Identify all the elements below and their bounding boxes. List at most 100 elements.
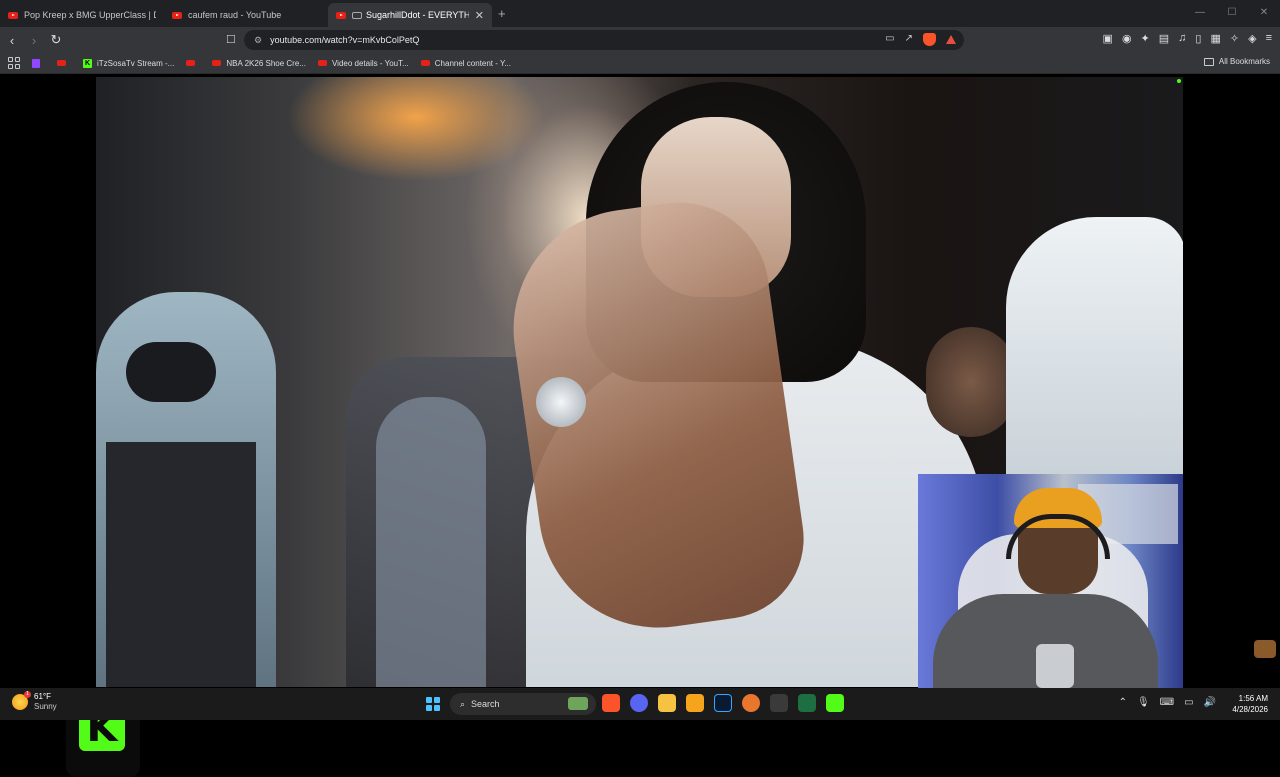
youtube-icon (317, 60, 327, 66)
weather-temp: 61°F (34, 692, 51, 701)
menu-icon[interactable]: ≡ (1266, 32, 1272, 45)
cast-icon[interactable]: ▭ (885, 33, 894, 46)
media-icon (352, 11, 362, 19)
vpn-icon[interactable]: ◈ (1248, 32, 1256, 45)
bookmark-label: Video details - YouT... (331, 58, 409, 68)
system-clock[interactable]: 1:56 AM 4/28/2026 (1232, 693, 1268, 715)
excel-icon[interactable] (798, 694, 816, 712)
back-button[interactable]: ‹ (2, 33, 22, 48)
leo-ai-icon[interactable]: ✧ (1230, 32, 1239, 45)
brave-browser-icon[interactable] (602, 694, 620, 712)
weather-desc: Sunny (34, 702, 57, 711)
youtube-icon (172, 11, 182, 19)
video-ring (536, 377, 586, 427)
video-person-left (96, 292, 276, 687)
bookmark-icon[interactable]: ☐ (226, 33, 236, 46)
bookmark-label: NBA 2K26 Shoe Cre... (226, 58, 306, 68)
bookmark-youtube-2[interactable] (186, 60, 200, 66)
bookmark-twitch[interactable] (32, 58, 45, 68)
status-dot (1177, 79, 1181, 83)
extensions-puzzle-icon[interactable]: ✦ (1141, 32, 1150, 45)
chevron-up-icon[interactable]: ⌃ (1119, 697, 1127, 708)
photoshop-icon[interactable] (714, 694, 732, 712)
omnibox-actions: ▭ ↗ (885, 33, 956, 46)
taskbar-apps (602, 694, 844, 712)
video-crowd-figure (376, 397, 486, 687)
kick-icon: K (83, 58, 92, 68)
bookmark-label: iTzSosaTv Stream -... (97, 58, 175, 68)
reload-button[interactable]: ↻ (46, 32, 66, 48)
brave-shields-icon[interactable] (923, 33, 936, 46)
kick-app-icon[interactable] (826, 694, 844, 712)
search-label: Search (471, 699, 500, 709)
webcam-overlay (918, 474, 1183, 688)
video-person-right-hoodie (1006, 217, 1183, 477)
youtube-icon (336, 11, 346, 19)
youtube-icon (212, 60, 222, 66)
bookmark-label: Channel content - Y... (434, 58, 511, 68)
search-highlight-icon (568, 697, 588, 710)
clock-date: 4/28/2026 (1232, 705, 1268, 714)
address-toolbar: ‹ › ↻ ☐ ⚙ youtube.com/watch?v=mKvbColPet… (0, 27, 1280, 53)
forward-button[interactable]: › (24, 33, 44, 48)
extension-icon[interactable]: ◉ (1122, 32, 1132, 45)
tab-title: SugarhillDdot - EVERYTHING (366, 10, 469, 20)
app-icon[interactable] (742, 694, 760, 712)
sidebar-icon[interactable]: ▯ (1195, 32, 1201, 45)
close-window-button[interactable]: ✕ (1248, 0, 1280, 27)
media-controls-icon[interactable]: ♫ (1178, 32, 1186, 45)
video-person-right-face (926, 327, 1016, 437)
wallet-icon[interactable]: ▦ (1210, 32, 1220, 45)
file-explorer-icon[interactable] (658, 694, 676, 712)
bookmark-channel-content[interactable]: Channel content - Y... (420, 58, 511, 68)
taskbar-search[interactable]: ⌕ Search (450, 693, 596, 715)
notification-badge: 1 (24, 691, 31, 698)
bookmark-youtube[interactable] (57, 60, 71, 66)
minimize-button[interactable]: — (1184, 0, 1216, 27)
share-icon[interactable]: ↗ (905, 33, 913, 46)
clock-time: 1:56 AM (1238, 694, 1268, 703)
bookmark-nba-2k26[interactable]: NBA 2K26 Shoe Cre... (212, 59, 306, 68)
microphone-icon[interactable]: 🎙 (1137, 697, 1150, 708)
new-tab-button[interactable]: + (498, 3, 506, 27)
tab-title: caufem raud - YouTube (188, 10, 282, 20)
folder-icon (1203, 57, 1214, 66)
url-text: youtube.com/watch?v=mKvbColPetQ (270, 35, 420, 45)
maximize-button[interactable]: ☐ (1216, 0, 1248, 27)
bookmark-video-details[interactable]: Video details - YouT... (317, 58, 409, 68)
tab-sugarhillddot[interactable]: SugarhillDdot - EVERYTHING ✕ (328, 3, 492, 27)
app-icon[interactable] (770, 694, 788, 712)
address-bar[interactable]: ⚙ youtube.com/watch?v=mKvbColPetQ ▭ ↗ (244, 30, 964, 50)
apps-grid-icon[interactable] (8, 57, 20, 69)
close-tab-icon[interactable]: ✕ (475, 9, 484, 22)
page-viewport: K (0, 75, 1280, 777)
all-bookmarks-button[interactable]: All Bookmarks (1203, 57, 1270, 66)
youtube-icon (57, 60, 66, 66)
extension-icon[interactable]: ▤ (1159, 32, 1169, 45)
all-bookmarks-label: All Bookmarks (1218, 57, 1270, 66)
mini-avatar-icon (1254, 640, 1276, 658)
taskbar: 1 61°F Sunny ⌕ Search ⌃ 🎙 ⌨ ▭ 🔊 1:56 AM … (0, 688, 1280, 720)
discord-icon[interactable] (630, 694, 648, 712)
weather-widget[interactable]: 1 61°F Sunny (12, 691, 57, 712)
sun-icon: 1 (12, 691, 31, 710)
site-info-icon[interactable]: ⚙ (254, 35, 262, 46)
extension-icon[interactable]: ▣ (1103, 32, 1113, 45)
bookmarks-bar: KiTzSosaTv Stream -... NBA 2K26 Shoe Cre… (0, 53, 1280, 74)
network-icon[interactable]: ▭ (1184, 697, 1193, 708)
cam-shirt-print (1036, 644, 1074, 688)
brave-rewards-icon[interactable] (946, 35, 956, 44)
youtube-icon (420, 60, 430, 66)
system-tray: ⌃ 🎙 ⌨ ▭ 🔊 (1119, 697, 1216, 708)
youtube-icon (8, 11, 18, 19)
keyboard-icon[interactable]: ⌨ (1160, 697, 1174, 708)
tab-pop-kreep[interactable]: Pop Kreep x BMG UpperClass | Drill M (0, 3, 164, 27)
volume-icon[interactable]: 🔊 (1204, 697, 1216, 708)
search-icon: ⌕ (460, 698, 466, 709)
app-icon[interactable] (686, 694, 704, 712)
tab-title: Pop Kreep x BMG UpperClass | Drill M (24, 10, 156, 20)
tab-strip: Pop Kreep x BMG UpperClass | Drill M cau… (0, 0, 1280, 27)
bookmark-itzsosatv[interactable]: KiTzSosaTv Stream -... (83, 58, 175, 68)
tab-caufem-raud[interactable]: caufem raud - YouTube (164, 3, 328, 27)
windows-start-icon[interactable] (426, 697, 440, 711)
